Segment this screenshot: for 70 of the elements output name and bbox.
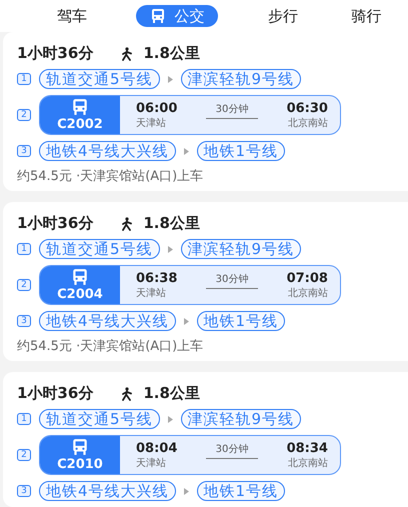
arrow-icon (168, 76, 173, 82)
line-tag[interactable]: 地铁4号线大兴线 (39, 481, 176, 501)
walking-person-icon (121, 386, 134, 400)
arrival-station: 北京南站 (288, 286, 328, 300)
departure-time: 08:04 (136, 440, 178, 456)
step-number: 2 (17, 449, 31, 461)
line-tag[interactable]: 地铁4号线大兴线 (39, 311, 176, 331)
departure-station: 天津站 (136, 116, 166, 130)
departure-station: 天津站 (136, 286, 166, 300)
ride-duration: 30分钟 (206, 272, 258, 288)
departure-station: 天津站 (136, 456, 166, 470)
line-tag[interactable]: 轨道交通5号线 (39, 239, 160, 259)
arrow-icon (184, 318, 189, 324)
train-number: C2002 (57, 117, 103, 132)
train-number: C2004 (57, 287, 103, 302)
step-number: 1 (17, 413, 31, 425)
train-icon (71, 438, 89, 456)
arrow-icon (168, 416, 173, 422)
train-icon (71, 268, 89, 286)
step-number: 3 (17, 145, 31, 157)
departure-time: 06:38 (136, 270, 178, 286)
walk-distance: 1.8公里 (143, 214, 200, 233)
route-card[interactable]: 1小时36分 1.8公里 1 轨道交通5号线 津滨轻轨9号线 2 C2002 06:00 天津站 30分钟 06:30 北京南站 3 地铁4号线大兴线 地铁1号线 约54.5元 ·天津宾馆站(A口)上车 (3, 32, 408, 191)
line-tag[interactable]: 津滨轻轨9号线 (180, 239, 302, 259)
line-tag[interactable]: 地铁1号线 (196, 141, 286, 161)
arrival-time: 06:30 (286, 100, 328, 116)
arrival-time: 07:08 (286, 270, 328, 286)
route-duration: 1小时36分 (17, 214, 94, 233)
arrow-icon (184, 148, 189, 154)
line-tag[interactable]: 地铁1号线 (196, 311, 286, 331)
fare-info: 约54.5元 ·天津宾馆站(A口)上车 (17, 338, 204, 355)
mode-tab[interactable]: 骑行 (347, 5, 386, 27)
step-number: 1 (17, 73, 31, 85)
line-tag[interactable]: 轨道交通5号线 (39, 409, 160, 429)
step-number: 3 (17, 485, 31, 497)
train-icon (71, 98, 89, 116)
walking-person-icon (121, 46, 134, 60)
bus-icon (150, 8, 166, 24)
train-number: C2010 (57, 457, 103, 472)
mode-tab[interactable]: 公交 (136, 5, 218, 27)
route-card[interactable]: 1小时36分 1.8公里 1 轨道交通5号线 津滨轻轨9号线 2 C2004 06:38 天津站 30分钟 07:08 北京南站 3 地铁4号线大兴线 地铁1号线 约54.5元 ·天津宾馆站(A口)上车 (3, 202, 408, 361)
fare-info: 约54.5元 ·天津宾馆站(A口)上车 (17, 168, 204, 185)
arrow-icon (184, 488, 189, 494)
train-panel[interactable]: C2004 06:38 天津站 30分钟 07:08 北京南站 (39, 265, 341, 305)
arrival-station: 北京南站 (288, 116, 328, 130)
route-duration: 1小时36分 (17, 384, 94, 403)
line-tag[interactable]: 轨道交通5号线 (39, 69, 160, 89)
line-tag[interactable]: 地铁4号线大兴线 (39, 141, 176, 161)
step-number: 3 (17, 315, 31, 327)
arrow-icon (168, 246, 173, 252)
arrival-time: 08:34 (286, 440, 328, 456)
mode-tab[interactable]: 步行 (264, 5, 302, 27)
train-panel[interactable]: C2010 08:04 天津站 30分钟 08:34 北京南站 (39, 435, 341, 475)
departure-time: 06:00 (136, 100, 178, 116)
ride-duration: 30分钟 (206, 442, 258, 458)
ride-duration: 30分钟 (206, 102, 258, 118)
train-panel[interactable]: C2002 06:00 天津站 30分钟 06:30 北京南站 (39, 95, 341, 135)
walk-distance: 1.8公里 (143, 384, 200, 403)
step-number: 2 (17, 109, 31, 121)
line-tag[interactable]: 地铁1号线 (196, 481, 286, 501)
walking-person-icon (121, 216, 134, 230)
route-card[interactable]: 1小时36分 1.8公里 1 轨道交通5号线 津滨轻轨9号线 2 C2010 08:04 天津站 30分钟 08:34 北京南站 3 地铁4号线大兴线 地铁1号线 (3, 372, 408, 507)
line-tag[interactable]: 津滨轻轨9号线 (180, 69, 302, 89)
step-number: 2 (17, 279, 31, 291)
walk-distance: 1.8公里 (143, 44, 200, 63)
step-number: 1 (17, 243, 31, 255)
arrival-station: 北京南站 (288, 456, 328, 470)
route-duration: 1小时36分 (17, 44, 94, 63)
mode-tab[interactable]: 驾车 (52, 5, 91, 27)
line-tag[interactable]: 津滨轻轨9号线 (180, 409, 302, 429)
